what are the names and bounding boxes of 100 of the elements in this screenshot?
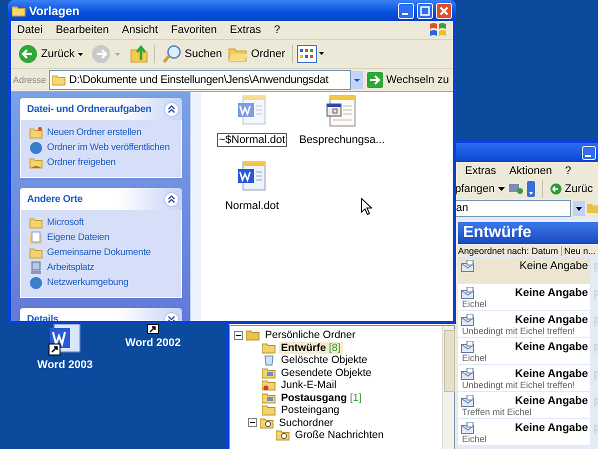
folder-icon: [52, 74, 66, 86]
collapse-icon[interactable]: [248, 418, 257, 428]
word-shortcut-icon: [48, 322, 82, 356]
sender-text: Keine Angabe: [515, 368, 588, 380]
envelope-icon: [461, 314, 475, 326]
panel-title: Datei- und Ordneraufgaben: [27, 104, 152, 114]
windows-flag-icon: [429, 22, 447, 38]
minimize-icon[interactable]: [582, 146, 596, 160]
panel-title: Andere Orte: [27, 194, 83, 204]
envelope-icon: [461, 341, 475, 353]
sort-label[interactable]: Angeordnet nach: Datum: [458, 246, 558, 256]
folder-item[interactable]: Entwürfe [8]: [279, 342, 343, 354]
sender-text: Keine Angabe: [515, 341, 588, 353]
desktop-icon-label[interactable]: Word 2002: [125, 337, 181, 349]
folder-icon: [260, 416, 274, 429]
address-label: Adresse: [13, 75, 46, 85]
envelope-icon: [461, 260, 475, 272]
menu-item[interactable]: Datei: [17, 24, 43, 36]
go-arrow-icon: [367, 72, 384, 88]
search-icon: [162, 44, 182, 64]
toolbar-overflow-icon[interactable]: [526, 181, 535, 197]
envelope-icon: [461, 287, 475, 299]
folder-item[interactable]: Junk-E-Mail: [279, 379, 338, 392]
receive-button[interactable]: pfangen: [455, 183, 495, 195]
collapse-icon[interactable]: [234, 330, 243, 340]
task-link[interactable]: Ordner im Web veröffentlichen: [47, 142, 170, 153]
folder-icon: [29, 156, 43, 170]
folder-icon: [12, 4, 26, 16]
task-link[interactable]: Gemeinsame Dokumente: [47, 247, 151, 258]
file-name[interactable]: Besprechungsa...: [297, 133, 387, 147]
scrollbar[interactable]: [442, 326, 454, 449]
task-link[interactable]: Neuen Ordner erstellen: [47, 127, 142, 138]
folder-icon: [262, 342, 276, 354]
sender-text: Keine Angabe: [515, 287, 588, 299]
collapse-toggle-icon[interactable]: [164, 102, 179, 116]
cursor-icon: [361, 198, 372, 215]
menu-item[interactable]: Ansicht: [122, 24, 158, 36]
trash-icon: [262, 354, 276, 366]
file-name[interactable]: Normal.dot: [223, 199, 281, 213]
folder-icon: [29, 126, 43, 140]
task-link[interactable]: Arbeitsplatz: [47, 262, 94, 273]
sender-text: Keine Angabe: [515, 422, 588, 434]
task-link[interactable]: Eigene Dateien: [47, 232, 110, 243]
sort-order[interactable]: Neu n...: [561, 246, 596, 256]
envelope-icon: [461, 395, 475, 407]
maximize-icon[interactable]: [417, 2, 433, 18]
task-link[interactable]: Microsoft: [47, 217, 84, 228]
subject-text: Eichel: [462, 434, 487, 444]
minimize-icon[interactable]: [398, 2, 414, 18]
folder-icon: [262, 379, 276, 392]
search-button[interactable]: Suchen: [158, 44, 225, 64]
address-field[interactable]: D:\Dokumente und Einstellungen\Jens\Anwendungsdat: [49, 70, 352, 90]
scrollbar[interactable]: [190, 92, 201, 321]
sender-text: Keine Angabe: [515, 395, 588, 407]
folders-button[interactable]: Ordner: [224, 45, 288, 63]
window-title: Vorlagen: [29, 4, 80, 18]
subject-text: Unbedingt mit Eichel treffen!: [462, 326, 575, 336]
back-button[interactable]: Zurüc: [564, 183, 593, 195]
go-button[interactable]: Wechseln zu: [363, 72, 451, 88]
task-link[interactable]: Ordner freigeben: [47, 157, 116, 168]
folder-item[interactable]: Gelöschte Objekte: [279, 354, 370, 366]
file-name[interactable]: ~$Normal.dot: [216, 133, 288, 147]
shortcut-arrow-icon: [147, 324, 159, 334]
search-field[interactable]: an: [453, 200, 571, 216]
dropdown-arrow-icon[interactable]: [78, 52, 83, 56]
views-icon[interactable]: [297, 45, 326, 63]
folder-up-icon[interactable]: [130, 44, 150, 64]
menu-item[interactable]: ?: [565, 165, 572, 177]
desktop-icon-label[interactable]: Word 2003: [37, 359, 93, 371]
envelope-icon: [461, 368, 475, 380]
dropdown-arrow-icon[interactable]: [498, 187, 505, 191]
menu-item[interactable]: ?: [274, 24, 280, 36]
close-icon[interactable]: [436, 2, 452, 18]
menu-item[interactable]: Aktionen: [509, 165, 552, 177]
subject-text: Treffen mit Eichel: [462, 407, 532, 417]
folder-item[interactable]: Posteingang: [279, 404, 342, 416]
folder-icon: [262, 404, 276, 416]
folder-item[interactable]: Große Nachrichten: [293, 429, 386, 442]
folder-icon: [276, 429, 290, 442]
folder-icon: [262, 366, 276, 379]
subject-text: Eichel: [462, 353, 487, 363]
folder-item[interactable]: Suchordner: [277, 416, 336, 429]
folder-item[interactable]: Postausgang [1]: [279, 392, 364, 404]
computer-icon: [29, 260, 43, 274]
folder-item[interactable]: Persönliche Ordner: [263, 329, 358, 342]
folder-item[interactable]: Gesendete Objekte: [279, 366, 374, 379]
folder-icon: [246, 329, 260, 342]
task-link[interactable]: Netzwerkumgebung: [47, 277, 128, 288]
menu-item[interactable]: Extras: [465, 165, 496, 177]
collapse-toggle-icon[interactable]: [164, 192, 179, 206]
back-arrow-icon[interactable]: [550, 183, 562, 195]
document-icon: [29, 230, 43, 244]
back-button[interactable]: Zurück: [15, 44, 78, 64]
menu-item[interactable]: Favoriten: [170, 24, 217, 36]
globe-icon: [29, 140, 43, 154]
folder-title: Entwürfe: [458, 222, 598, 244]
sender-text: Keine Angabe: [515, 314, 588, 326]
globe-icon: [29, 276, 43, 290]
menu-item[interactable]: Bearbeiten: [56, 24, 109, 36]
menu-item[interactable]: Extras: [230, 24, 262, 36]
